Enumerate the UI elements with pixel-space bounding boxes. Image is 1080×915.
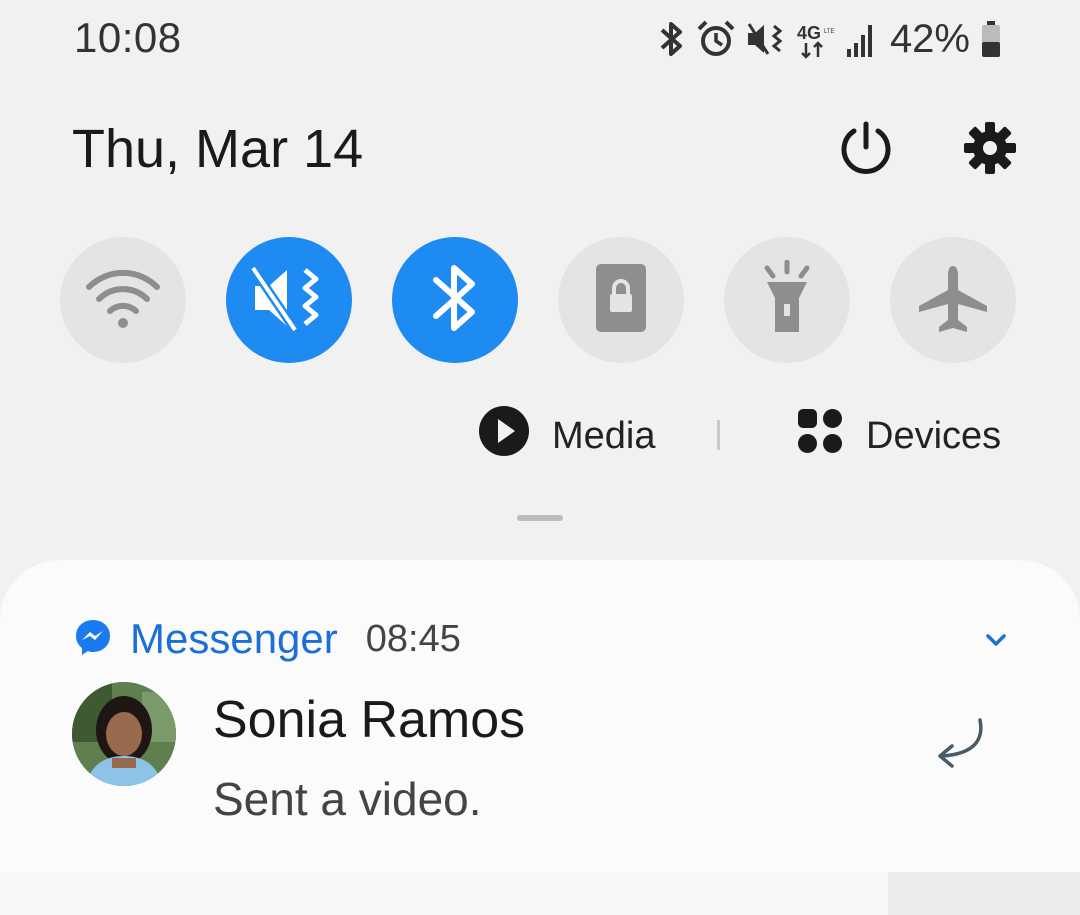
bluetooth-icon bbox=[430, 260, 480, 341]
wifi-icon bbox=[83, 263, 163, 338]
status-time: 10:08 bbox=[74, 14, 182, 61]
status-icons: 4G LTE 42% bbox=[658, 16, 1002, 62]
devices-label: Devices bbox=[866, 414, 1002, 457]
power-icon bbox=[837, 119, 895, 182]
reply-button[interactable] bbox=[928, 712, 992, 776]
tile-screen-lock[interactable] bbox=[558, 237, 684, 363]
notification-header: Messenger 08:45 bbox=[74, 612, 461, 666]
bluetooth-icon bbox=[658, 20, 686, 58]
svg-text:LTE: LTE bbox=[824, 29, 835, 35]
lock-icon bbox=[594, 262, 648, 339]
airplane-icon bbox=[917, 262, 989, 339]
battery-icon bbox=[980, 20, 1002, 58]
divider bbox=[717, 420, 720, 450]
svg-text:4G: 4G bbox=[797, 23, 821, 43]
tile-sound-mode[interactable] bbox=[226, 237, 352, 363]
vibrate-icon bbox=[249, 260, 329, 341]
app-name: Messenger bbox=[130, 615, 338, 662]
battery-percentage: 42% bbox=[889, 16, 970, 61]
avatar bbox=[72, 682, 176, 786]
messenger-icon bbox=[74, 618, 112, 661]
tile-airplane-mode[interactable] bbox=[890, 237, 1016, 363]
alarm-icon bbox=[696, 19, 736, 59]
media-label: Media bbox=[552, 414, 656, 457]
tile-wifi[interactable] bbox=[60, 237, 186, 363]
devices-icon bbox=[796, 407, 844, 465]
notification-edge bbox=[888, 872, 1080, 915]
reply-icon bbox=[928, 718, 992, 780]
devices-button[interactable]: Devices bbox=[796, 408, 1001, 464]
vibrate-icon bbox=[746, 20, 786, 58]
panel-drag-handle[interactable] bbox=[517, 515, 563, 521]
date-label: Thu, Mar 14 bbox=[72, 119, 364, 179]
gear-icon bbox=[962, 120, 1018, 181]
media-button[interactable]: Media bbox=[478, 405, 656, 467]
tile-bluetooth[interactable] bbox=[392, 237, 518, 363]
power-button[interactable] bbox=[834, 118, 898, 182]
expand-button[interactable] bbox=[980, 624, 1012, 656]
settings-button[interactable] bbox=[958, 118, 1022, 182]
notification-time: 08:45 bbox=[365, 617, 461, 660]
chevron-down-icon bbox=[980, 634, 1012, 660]
signal-icon bbox=[846, 21, 876, 57]
play-icon bbox=[478, 405, 530, 467]
sender-name: Sonia Ramos bbox=[213, 691, 526, 749]
tile-flashlight[interactable] bbox=[724, 237, 850, 363]
4g-lte-icon: 4G LTE bbox=[796, 19, 836, 59]
flashlight-icon bbox=[757, 259, 817, 341]
message-preview: Sent a video. bbox=[213, 773, 482, 825]
